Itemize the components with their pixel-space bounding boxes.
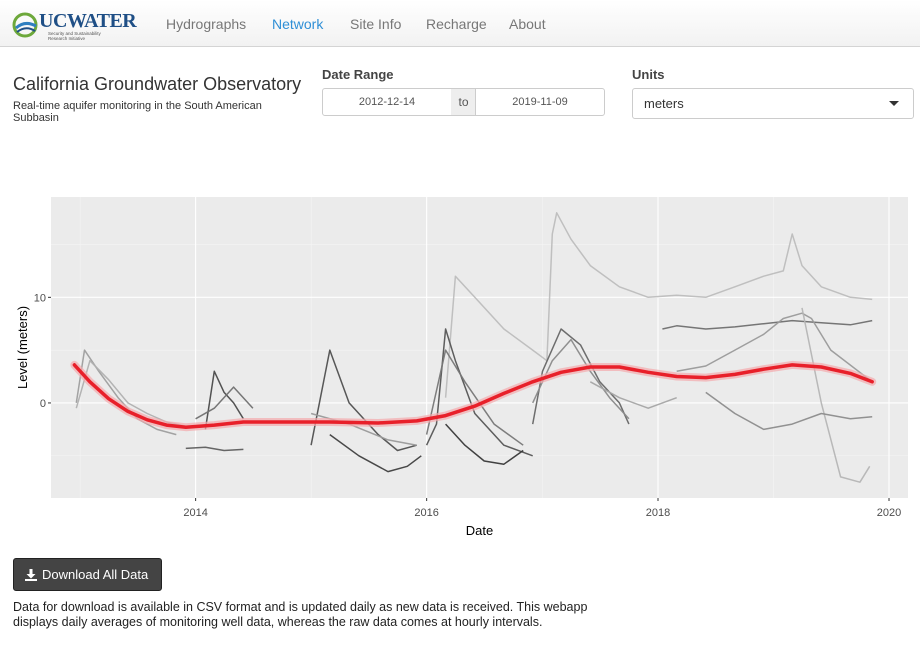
- plot-panel: [51, 197, 908, 498]
- nav-about[interactable]: About: [509, 16, 546, 32]
- ucwater-logo[interactable]: UCWATER Security and Sustainability Rese…: [12, 8, 137, 42]
- units-label: Units: [632, 67, 665, 82]
- units-selected-value: meters: [644, 96, 684, 111]
- units-select[interactable]: meters: [632, 88, 914, 119]
- x-axis-title: Date: [466, 523, 493, 538]
- nav-site-info[interactable]: Site Info: [350, 16, 401, 32]
- download-note: Data for download is available in CSV fo…: [13, 600, 588, 629]
- start-date-input[interactable]: 2012-12-14: [322, 88, 452, 116]
- download-button-label: Download All Data: [42, 567, 149, 582]
- x-tick-label: 2020: [877, 507, 901, 519]
- navbar: UCWATER Security and Sustainability Rese…: [0, 0, 920, 47]
- download-icon: [25, 569, 37, 581]
- page-subtitle: Real-time aquifer monitoring in the Sout…: [13, 100, 262, 124]
- nav-hydrographs[interactable]: Hydrographs: [166, 16, 246, 32]
- page-title: California Groundwater Observatory: [13, 74, 302, 94]
- chevron-down-icon: [889, 101, 899, 106]
- logo-wordmark: UCWATER: [39, 10, 137, 32]
- x-tick-label: 2018: [646, 507, 670, 519]
- y-tick-label: 10: [34, 292, 46, 304]
- x-tick-label: 2014: [183, 507, 207, 519]
- y-tick-label: 0: [40, 398, 46, 410]
- logo-tagline: Security and Sustainability Research Ini…: [48, 31, 101, 41]
- water-drop-icon: [12, 12, 38, 38]
- y-axis-title: Level (meters): [15, 306, 30, 389]
- nav-recharge[interactable]: Recharge: [426, 16, 487, 32]
- nav-network[interactable]: Network: [272, 16, 323, 32]
- x-tick-label: 2016: [414, 507, 438, 519]
- date-range-separator: to: [451, 88, 476, 116]
- groundwater-level-chart: 0 10 2014 2016 2018 2020 Date Level (meters): [15, 197, 908, 538]
- end-date-input[interactable]: 2019-11-09: [475, 88, 605, 116]
- download-all-data-button[interactable]: Download All Data: [13, 558, 162, 591]
- date-range-label: Date Range: [322, 67, 394, 82]
